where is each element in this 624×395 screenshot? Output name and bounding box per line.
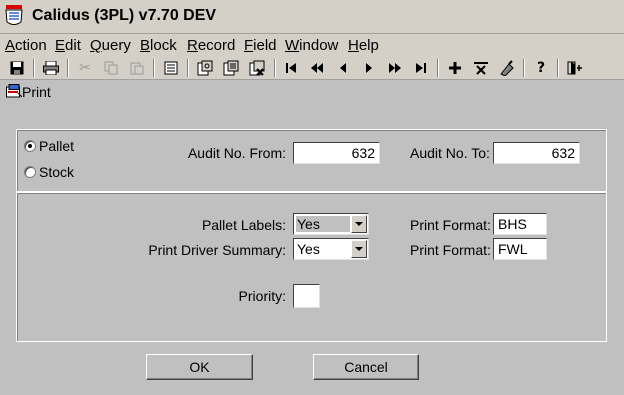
radio-stock-label: Stock bbox=[39, 164, 75, 180]
next-record-icon[interactable] bbox=[360, 59, 378, 77]
toolbar-separator bbox=[523, 59, 525, 77]
last-record-icon[interactable] bbox=[412, 59, 430, 77]
cut-icon[interactable]: ✂ bbox=[76, 59, 94, 77]
menu-field[interactable]: Field bbox=[244, 37, 277, 54]
audit-to-label: Audit No. To: bbox=[410, 145, 490, 161]
title-bar: Calidus (3PL) v7.70 DEV bbox=[0, 0, 624, 34]
priority-label: Priority: bbox=[238, 288, 286, 304]
paste-icon[interactable] bbox=[128, 59, 146, 77]
print-format-2-label: Print Format: bbox=[410, 242, 491, 258]
menu-query[interactable]: Query bbox=[90, 37, 131, 54]
pallet-labels-select[interactable]: Yes bbox=[293, 213, 369, 235]
form-title: Print bbox=[22, 84, 51, 100]
menu-edit[interactable]: Edit bbox=[55, 37, 81, 54]
print-icon[interactable] bbox=[42, 59, 60, 77]
print-format-1-label: Print Format: bbox=[410, 217, 491, 233]
menu-help[interactable]: Help bbox=[348, 37, 379, 54]
driver-summary-label: Print Driver Summary: bbox=[148, 242, 286, 258]
app-logo-icon bbox=[4, 4, 24, 28]
first-record-icon[interactable] bbox=[282, 59, 300, 77]
toolbar: ✂ ? bbox=[0, 56, 624, 80]
previous-block-icon[interactable] bbox=[308, 59, 326, 77]
exit-icon[interactable] bbox=[566, 59, 584, 77]
ok-button[interactable]: OK bbox=[146, 354, 253, 380]
menu-action[interactable]: Action bbox=[5, 37, 47, 54]
toolbar-separator bbox=[557, 59, 559, 77]
audit-from-label: Audit No. From: bbox=[187, 145, 286, 161]
clear-record-icon[interactable] bbox=[498, 59, 516, 77]
radio-stock[interactable] bbox=[24, 166, 36, 178]
radio-pallet[interactable] bbox=[24, 140, 36, 152]
pallet-labels-label: Pallet Labels: bbox=[201, 217, 286, 233]
pallet-labels-value: Yes bbox=[296, 216, 350, 232]
chevron-down-icon bbox=[355, 247, 363, 251]
toolbar-separator bbox=[437, 59, 439, 77]
toolbar-separator bbox=[274, 59, 276, 77]
driver-summary-dropdown-button[interactable] bbox=[351, 240, 367, 258]
next-block-icon[interactable] bbox=[386, 59, 404, 77]
list-icon[interactable] bbox=[162, 59, 180, 77]
print-format-2-field[interactable]: FWL bbox=[493, 238, 547, 260]
radio-pallet-label: Pallet bbox=[39, 138, 75, 154]
previous-record-icon[interactable] bbox=[334, 59, 352, 77]
cancel-button[interactable]: Cancel bbox=[313, 354, 419, 380]
toolbar-separator bbox=[33, 59, 35, 77]
driver-summary-value: Yes bbox=[297, 241, 320, 257]
toolbar-separator bbox=[153, 59, 155, 77]
help-icon[interactable]: ? bbox=[532, 59, 550, 77]
save-icon[interactable] bbox=[8, 59, 26, 77]
menu-block[interactable]: Block bbox=[140, 37, 177, 54]
pallet-labels-dropdown-button[interactable] bbox=[351, 215, 367, 233]
toolbar-separator bbox=[67, 59, 69, 77]
priority-field[interactable] bbox=[293, 284, 320, 308]
print-format-1-field[interactable]: BHS bbox=[493, 213, 547, 235]
insert-record-icon[interactable] bbox=[446, 59, 464, 77]
menu-record[interactable]: Record bbox=[187, 37, 235, 54]
driver-summary-select[interactable]: Yes bbox=[293, 238, 369, 260]
window-title: Calidus (3PL) v7.70 DEV bbox=[32, 7, 217, 24]
cancel-query-icon[interactable] bbox=[248, 59, 266, 77]
chevron-down-icon bbox=[355, 222, 363, 226]
execute-query-icon[interactable] bbox=[222, 59, 240, 77]
menu-window[interactable]: Window bbox=[285, 37, 338, 54]
delete-record-icon[interactable] bbox=[472, 59, 490, 77]
audit-from-field[interactable]: 632 bbox=[293, 142, 380, 164]
form-icon bbox=[6, 84, 23, 100]
menu-bar: Action Edit Query Block Record Field Win… bbox=[0, 34, 624, 56]
audit-to-field[interactable]: 632 bbox=[493, 142, 580, 164]
toolbar-separator bbox=[187, 59, 189, 77]
copy-icon[interactable] bbox=[102, 59, 120, 77]
enter-query-icon[interactable] bbox=[196, 59, 214, 77]
